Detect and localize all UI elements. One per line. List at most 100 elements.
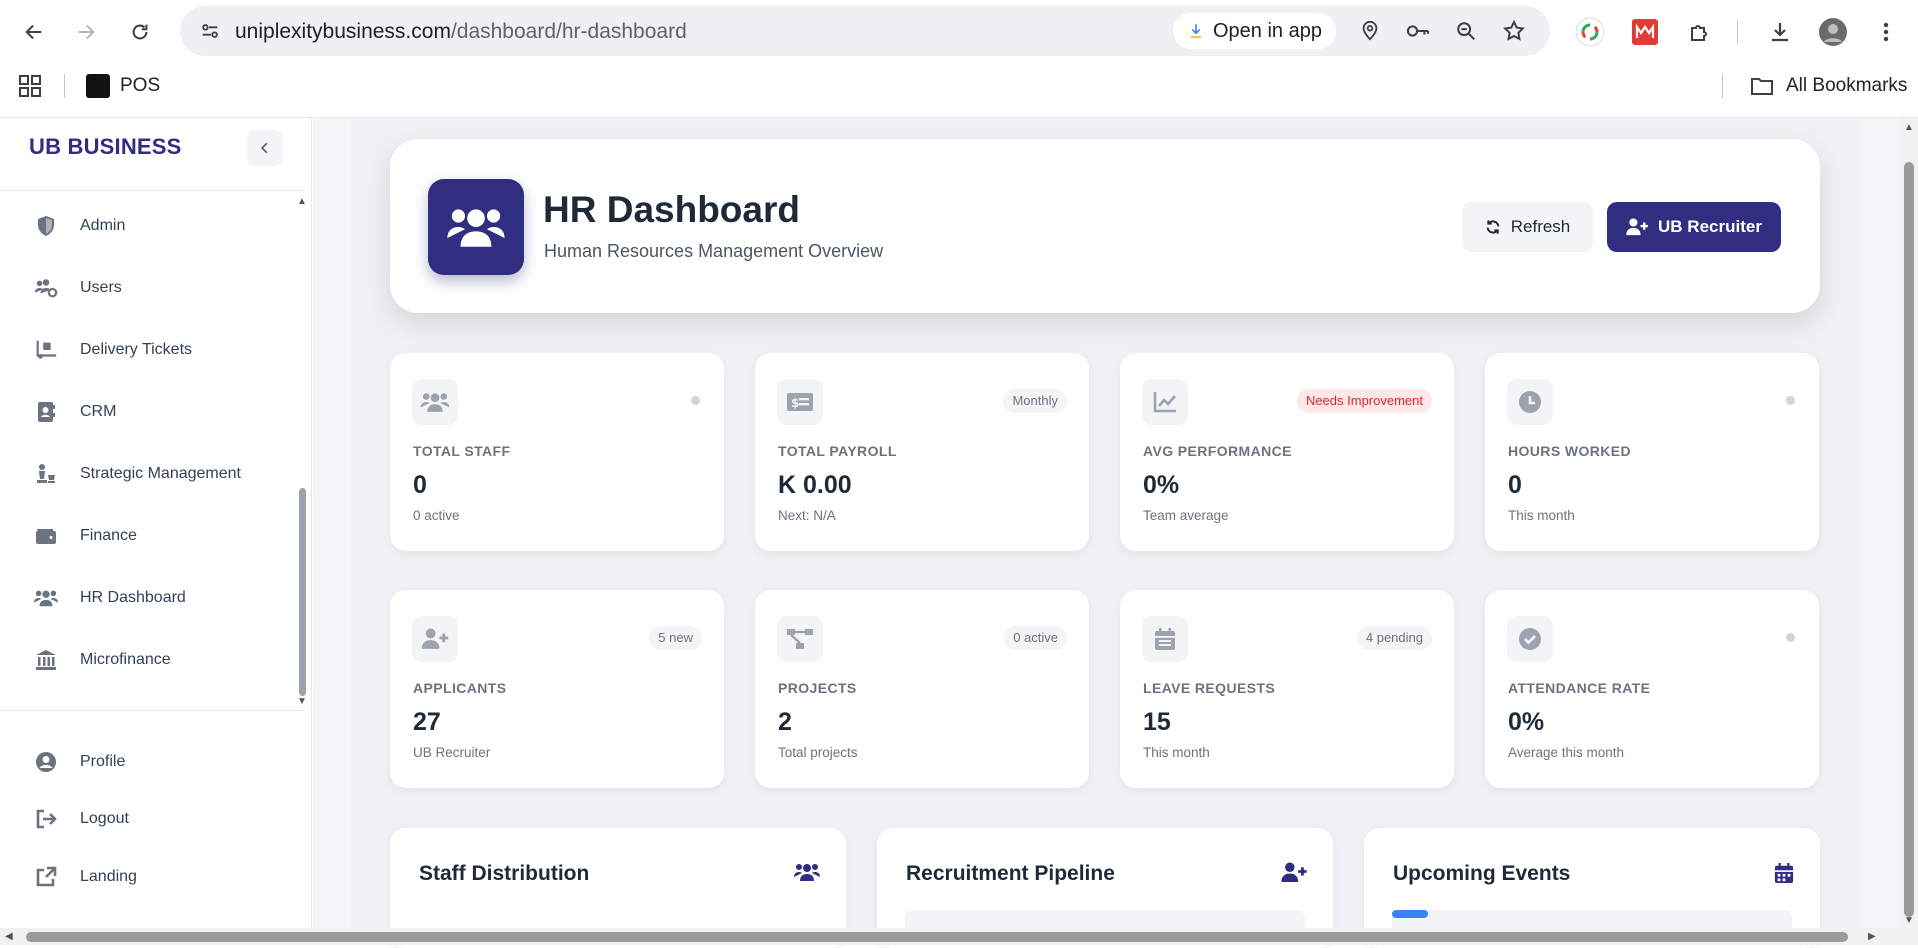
refresh-button[interactable]: Refresh <box>1462 202 1593 252</box>
profile-avatar[interactable] <box>1813 12 1853 52</box>
stat-label: TOTAL STAFF <box>413 443 511 459</box>
stat-value: 0 <box>413 471 427 499</box>
chess-icon <box>34 462 58 486</box>
hr-logo-badge <box>428 179 524 275</box>
chrome-menu-icon[interactable] <box>1866 12 1906 52</box>
apps-grid-icon[interactable] <box>18 74 42 98</box>
toolbar-separator <box>1737 20 1738 44</box>
external-link-icon <box>34 865 58 889</box>
ub-recruiter-label: UB Recruiter <box>1658 217 1762 236</box>
bookmark-pos[interactable]: POS <box>86 72 160 100</box>
open-in-app-label: Open in app <box>1213 20 1322 42</box>
stat-card-avg-performance: Needs Improvement AVG PERFORMANCE 0% Tea… <box>1120 353 1454 551</box>
site-info-button[interactable] <box>194 15 226 47</box>
bookmark-pos-label: POS <box>120 75 161 96</box>
stat-badge: Monthly <box>1003 389 1067 413</box>
open-in-app-button[interactable]: Open in app <box>1173 13 1336 49</box>
users-icon <box>34 586 58 610</box>
all-bookmarks-label: All Bookmarks <box>1786 75 1908 96</box>
scroll-up-arrow[interactable]: ▲ <box>1904 122 1914 133</box>
sidebar-scroll-up-arrow[interactable]: ▲ <box>297 196 307 207</box>
sidebar-divider <box>0 710 306 711</box>
downloads-icon[interactable] <box>1760 12 1800 52</box>
bookmark-star-icon[interactable] <box>1500 17 1528 45</box>
calendar-icon <box>1774 862 1794 884</box>
address-bar[interactable]: uniplexitybusiness.com/dashboard/hr-dash… <box>180 6 1550 56</box>
stat-subtext: Average this month <box>1508 745 1625 760</box>
password-key-icon[interactable] <box>1404 17 1432 45</box>
reload-icon <box>132 24 148 40</box>
zoom-icon[interactable] <box>1452 17 1480 45</box>
arrow-right-icon <box>78 24 95 40</box>
extension-color-icon[interactable] <box>1570 12 1610 52</box>
reload-button[interactable] <box>120 12 160 52</box>
money-check-icon: $ <box>777 379 823 425</box>
scroll-left-arrow[interactable]: ◀ <box>5 931 13 942</box>
truck-loading-icon <box>34 338 58 362</box>
location-icon[interactable] <box>1356 17 1384 45</box>
sidebar-nav: Admin Users Delivery Tickets CRM Strateg… <box>0 200 296 708</box>
panel-title: Recruitment Pipeline <box>906 862 1115 885</box>
page-vertical-scrollbar[interactable]: ▲ ▼ <box>1900 118 1918 928</box>
users-icon <box>794 862 820 882</box>
bookmarks-bar: POS All Bookmarks <box>0 66 1918 106</box>
all-bookmarks-button[interactable]: All Bookmarks <box>1750 72 1907 100</box>
sidebar-item-label: Profile <box>80 753 126 770</box>
stat-subtext: This month <box>1508 508 1575 523</box>
clock-icon <box>1507 379 1553 425</box>
sidebar-item-landing[interactable]: Landing <box>34 857 137 897</box>
sidebar-item-admin[interactable]: Admin <box>34 206 125 246</box>
stat-subtext: Next: N/A <box>778 508 836 523</box>
sidebar-item-logout[interactable]: Logout <box>34 799 129 839</box>
bookmark-separator <box>64 74 65 98</box>
back-button[interactable] <box>14 12 54 52</box>
tune-icon <box>202 24 218 38</box>
forward-button[interactable] <box>66 12 106 52</box>
sidebar-scrollbar-thumb[interactable] <box>299 488 306 696</box>
status-dot <box>691 396 700 405</box>
sidebar-item-label: HR Dashboard <box>80 589 186 606</box>
users-icon <box>412 379 458 425</box>
page-horizontal-scrollbar[interactable]: ◀ ▶ <box>0 928 1918 945</box>
sidebar-item-crm[interactable]: CRM <box>34 392 116 432</box>
sidebar-item-label: Users <box>80 279 122 296</box>
sidebar-item-finance[interactable]: Finance <box>34 516 137 556</box>
pos-favicon <box>86 74 110 98</box>
check-circle-icon <box>1507 616 1553 662</box>
sidebar-item-users[interactable]: Users <box>34 268 122 308</box>
sidebar-item-label: Delivery Tickets <box>80 341 193 358</box>
stat-subtext: UB Recruiter <box>413 745 491 760</box>
sidebar-item-hr-dashboard[interactable]: HR Dashboard <box>34 578 186 618</box>
logout-icon <box>34 807 58 831</box>
scroll-right-arrow[interactable]: ▶ <box>1868 931 1876 942</box>
stat-label: PROJECTS <box>778 680 857 696</box>
sidebar-item-strategic-management[interactable]: Strategic Management <box>34 454 241 494</box>
bookmark-separator <box>1722 74 1723 98</box>
horizontal-scrollbar-thumb[interactable] <box>26 932 1848 942</box>
stat-badge: 4 pending <box>1356 626 1432 650</box>
page-title: HR Dashboard <box>543 189 800 230</box>
sidebar-item-profile[interactable]: Profile <box>34 742 125 782</box>
sidebar-item-microfinance[interactable]: Microfinance <box>34 640 171 680</box>
sidebar-item-label: Finance <box>80 527 137 544</box>
extensions-puzzle-icon[interactable] <box>1680 12 1720 52</box>
ub-recruiter-button[interactable]: UB Recruiter <box>1607 202 1781 252</box>
user-plus-icon <box>412 616 458 662</box>
browser-chrome: uniplexitybusiness.com/dashboard/hr-dash… <box>0 0 1918 118</box>
extension-m-icon[interactable] <box>1625 12 1665 52</box>
vertical-scrollbar-thumb[interactable] <box>1904 162 1914 917</box>
stat-card-hours-worked: HOURS WORKED 0 This month <box>1485 353 1819 551</box>
sidebar-item-label: CRM <box>80 403 117 420</box>
sidebar-scroll-down-arrow[interactable]: ▼ <box>297 696 307 707</box>
url-text[interactable]: uniplexitybusiness.com/dashboard/hr-dash… <box>235 20 687 44</box>
scroll-down-arrow[interactable]: ▼ <box>1904 915 1914 926</box>
stat-card-total-payroll: $ Monthly TOTAL PAYROLL K 0.00 Next: N/A <box>755 353 1089 551</box>
open-app-icon <box>1187 22 1205 40</box>
sidebar-item-delivery-tickets[interactable]: Delivery Tickets <box>34 330 192 370</box>
user-plus-icon <box>1281 862 1307 883</box>
stat-badge: 5 new <box>649 626 702 650</box>
chevron-left-icon <box>261 142 268 154</box>
collapse-sidebar-button[interactable] <box>247 130 283 166</box>
brand-logo-text[interactable]: UB BUSINESS <box>29 134 182 160</box>
stat-label: APPLICANTS <box>413 680 507 696</box>
